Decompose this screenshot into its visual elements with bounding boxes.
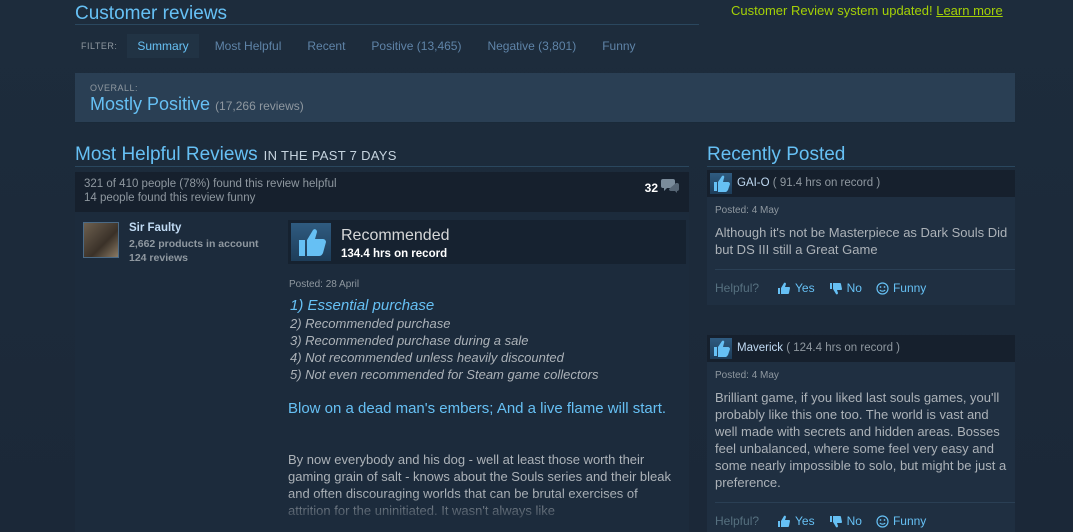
card-divider — [715, 269, 1015, 270]
section-divider — [75, 166, 689, 167]
comment-count-value: 32 — [644, 180, 658, 195]
tab-most-helpful[interactable]: Most Helpful — [205, 34, 292, 58]
notice-text: Customer Review system updated! — [731, 3, 933, 18]
recent-review-text[interactable]: Although it's not be Masterpiece as Dark… — [715, 224, 1010, 258]
recent-review-card: Maverick ( 124.4 hrs on record ) Posted:… — [707, 335, 1015, 532]
most-helpful-title: Most Helpful Reviews — [75, 144, 258, 165]
review-helpful-summary: 321 of 410 people (78%) found this revie… — [75, 172, 689, 212]
page-title: Customer reviews — [75, 3, 228, 24]
overall-rating[interactable]: Mostly Positive — [90, 94, 210, 114]
comment-count[interactable]: 32 — [645, 178, 679, 197]
recommendation-header[interactable]: Recommended 134.4 hrs on record — [288, 220, 686, 264]
title-divider — [75, 24, 699, 25]
vote-funny-button[interactable]: Funny — [876, 514, 926, 528]
list-item: 1) Essential purchase — [290, 297, 435, 314]
author-products[interactable]: 2,662 products in account — [129, 238, 259, 250]
recent-hours: ( 124.4 hrs on record ) — [786, 342, 900, 354]
most-helpful-heading: Most Helpful Reviews IN THE PAST 7 DAYS — [75, 144, 397, 166]
thumbs-up-icon — [710, 173, 732, 194]
vote-yes-button[interactable]: Yes — [777, 514, 815, 528]
thumbs-up-icon — [778, 515, 791, 527]
list-item: 3) Recommended purchase during a sale — [290, 333, 529, 348]
vote-no-label: No — [846, 514, 862, 528]
section-divider — [707, 166, 1015, 167]
recent-posted-date: Posted: 4 May — [715, 205, 779, 216]
vote-yes-label: Yes — [795, 514, 815, 528]
thumbs-up-icon — [778, 282, 791, 294]
tab-summary[interactable]: Summary — [127, 34, 199, 58]
list-item: 2) Recommended purchase — [290, 316, 451, 331]
helpful-count: 321 of 410 people (78%) found this revie… — [84, 178, 337, 190]
recent-hours: ( 91.4 hrs on record ) — [772, 177, 881, 189]
recent-review-text[interactable]: Brilliant game, if you liked last souls … — [715, 389, 1010, 491]
recent-review-card: GAI-O ( 91.4 hrs on record ) Posted: 4 M… — [707, 170, 1015, 305]
vote-no-label: No — [846, 281, 862, 295]
vote-no-button[interactable]: No — [829, 514, 862, 528]
thumbs-down-icon — [829, 282, 842, 294]
helpful-label: Helpful? — [715, 281, 760, 295]
tab-positive[interactable]: Positive (13,465) — [361, 34, 471, 58]
review-quote: Blow on a dead man's embers; And a live … — [288, 400, 667, 417]
vote-funny-label: Funny — [892, 281, 927, 295]
recently-posted-title: Recently Posted — [707, 144, 846, 165]
list-item: 4) Not recommended unless heavily discou… — [290, 350, 564, 365]
tab-recent[interactable]: Recent — [297, 34, 355, 58]
avatar[interactable] — [83, 222, 119, 258]
thumbs-up-icon — [291, 223, 331, 261]
overall-label: OVERALL: — [90, 83, 139, 93]
tab-funny[interactable]: Funny — [592, 34, 645, 58]
recent-author-line: Maverick ( 124.4 hrs on record ) — [737, 342, 900, 354]
funny-count: 14 people found this review funny — [84, 192, 256, 204]
helpful-row: Helpful? Yes No Funny — [715, 281, 940, 295]
card-divider — [715, 502, 1015, 503]
tab-negative[interactable]: Negative (3,801) — [477, 34, 586, 58]
overall-review-count: (17,266 reviews) — [215, 99, 304, 113]
review-body-text[interactable]: By now everybody and his dog - well at l… — [288, 451, 680, 521]
filter-label: FILTER: — [81, 41, 118, 51]
learn-more-link[interactable]: Learn more — [936, 3, 1002, 18]
most-helpful-period: IN THE PAST 7 DAYS — [263, 148, 397, 163]
helpful-label: Helpful? — [715, 514, 760, 528]
review-hours: 134.4 hrs on record — [341, 248, 448, 260]
recent-author-line: GAI-O ( 91.4 hrs on record ) — [737, 177, 880, 189]
recent-posted-date: Posted: 4 May — [715, 370, 779, 381]
comment-icon — [661, 178, 679, 197]
vote-no-button[interactable]: No — [829, 281, 862, 295]
recent-review-header[interactable]: Maverick ( 124.4 hrs on record ) — [707, 335, 1015, 362]
vote-yes-button[interactable]: Yes — [777, 281, 815, 295]
review-verdict: Recommended — [341, 227, 450, 244]
list-item: 5) Not even recommended for Steam game c… — [290, 367, 599, 382]
thumbs-up-icon — [710, 338, 732, 359]
vote-funny-button[interactable]: Funny — [876, 281, 926, 295]
smiley-icon — [876, 514, 889, 528]
overall-rating-row: Mostly Positive (17,266 reviews) — [90, 94, 304, 115]
overall-summary: OVERALL: Mostly Positive (17,266 reviews… — [75, 73, 1015, 123]
recent-author[interactable]: Maverick — [737, 342, 783, 354]
vote-funny-label: Funny — [892, 514, 927, 528]
thumbs-down-icon — [829, 515, 842, 527]
author-reviews[interactable]: 124 reviews — [129, 252, 188, 264]
vote-yes-label: Yes — [795, 281, 815, 295]
review-author[interactable]: Sir Faulty — [129, 222, 181, 234]
review-posted-date: Posted: 28 April — [289, 279, 360, 290]
update-notice: Customer Review system updated! Learn mo… — [731, 3, 1003, 18]
filter-bar: FILTER: Summary Most Helpful Recent Posi… — [75, 33, 652, 59]
smiley-icon — [876, 281, 889, 295]
helpful-row: Helpful? Yes No Funny — [715, 514, 940, 528]
recent-review-header[interactable]: GAI-O ( 91.4 hrs on record ) — [707, 170, 1015, 197]
recent-author[interactable]: GAI-O — [737, 177, 770, 189]
